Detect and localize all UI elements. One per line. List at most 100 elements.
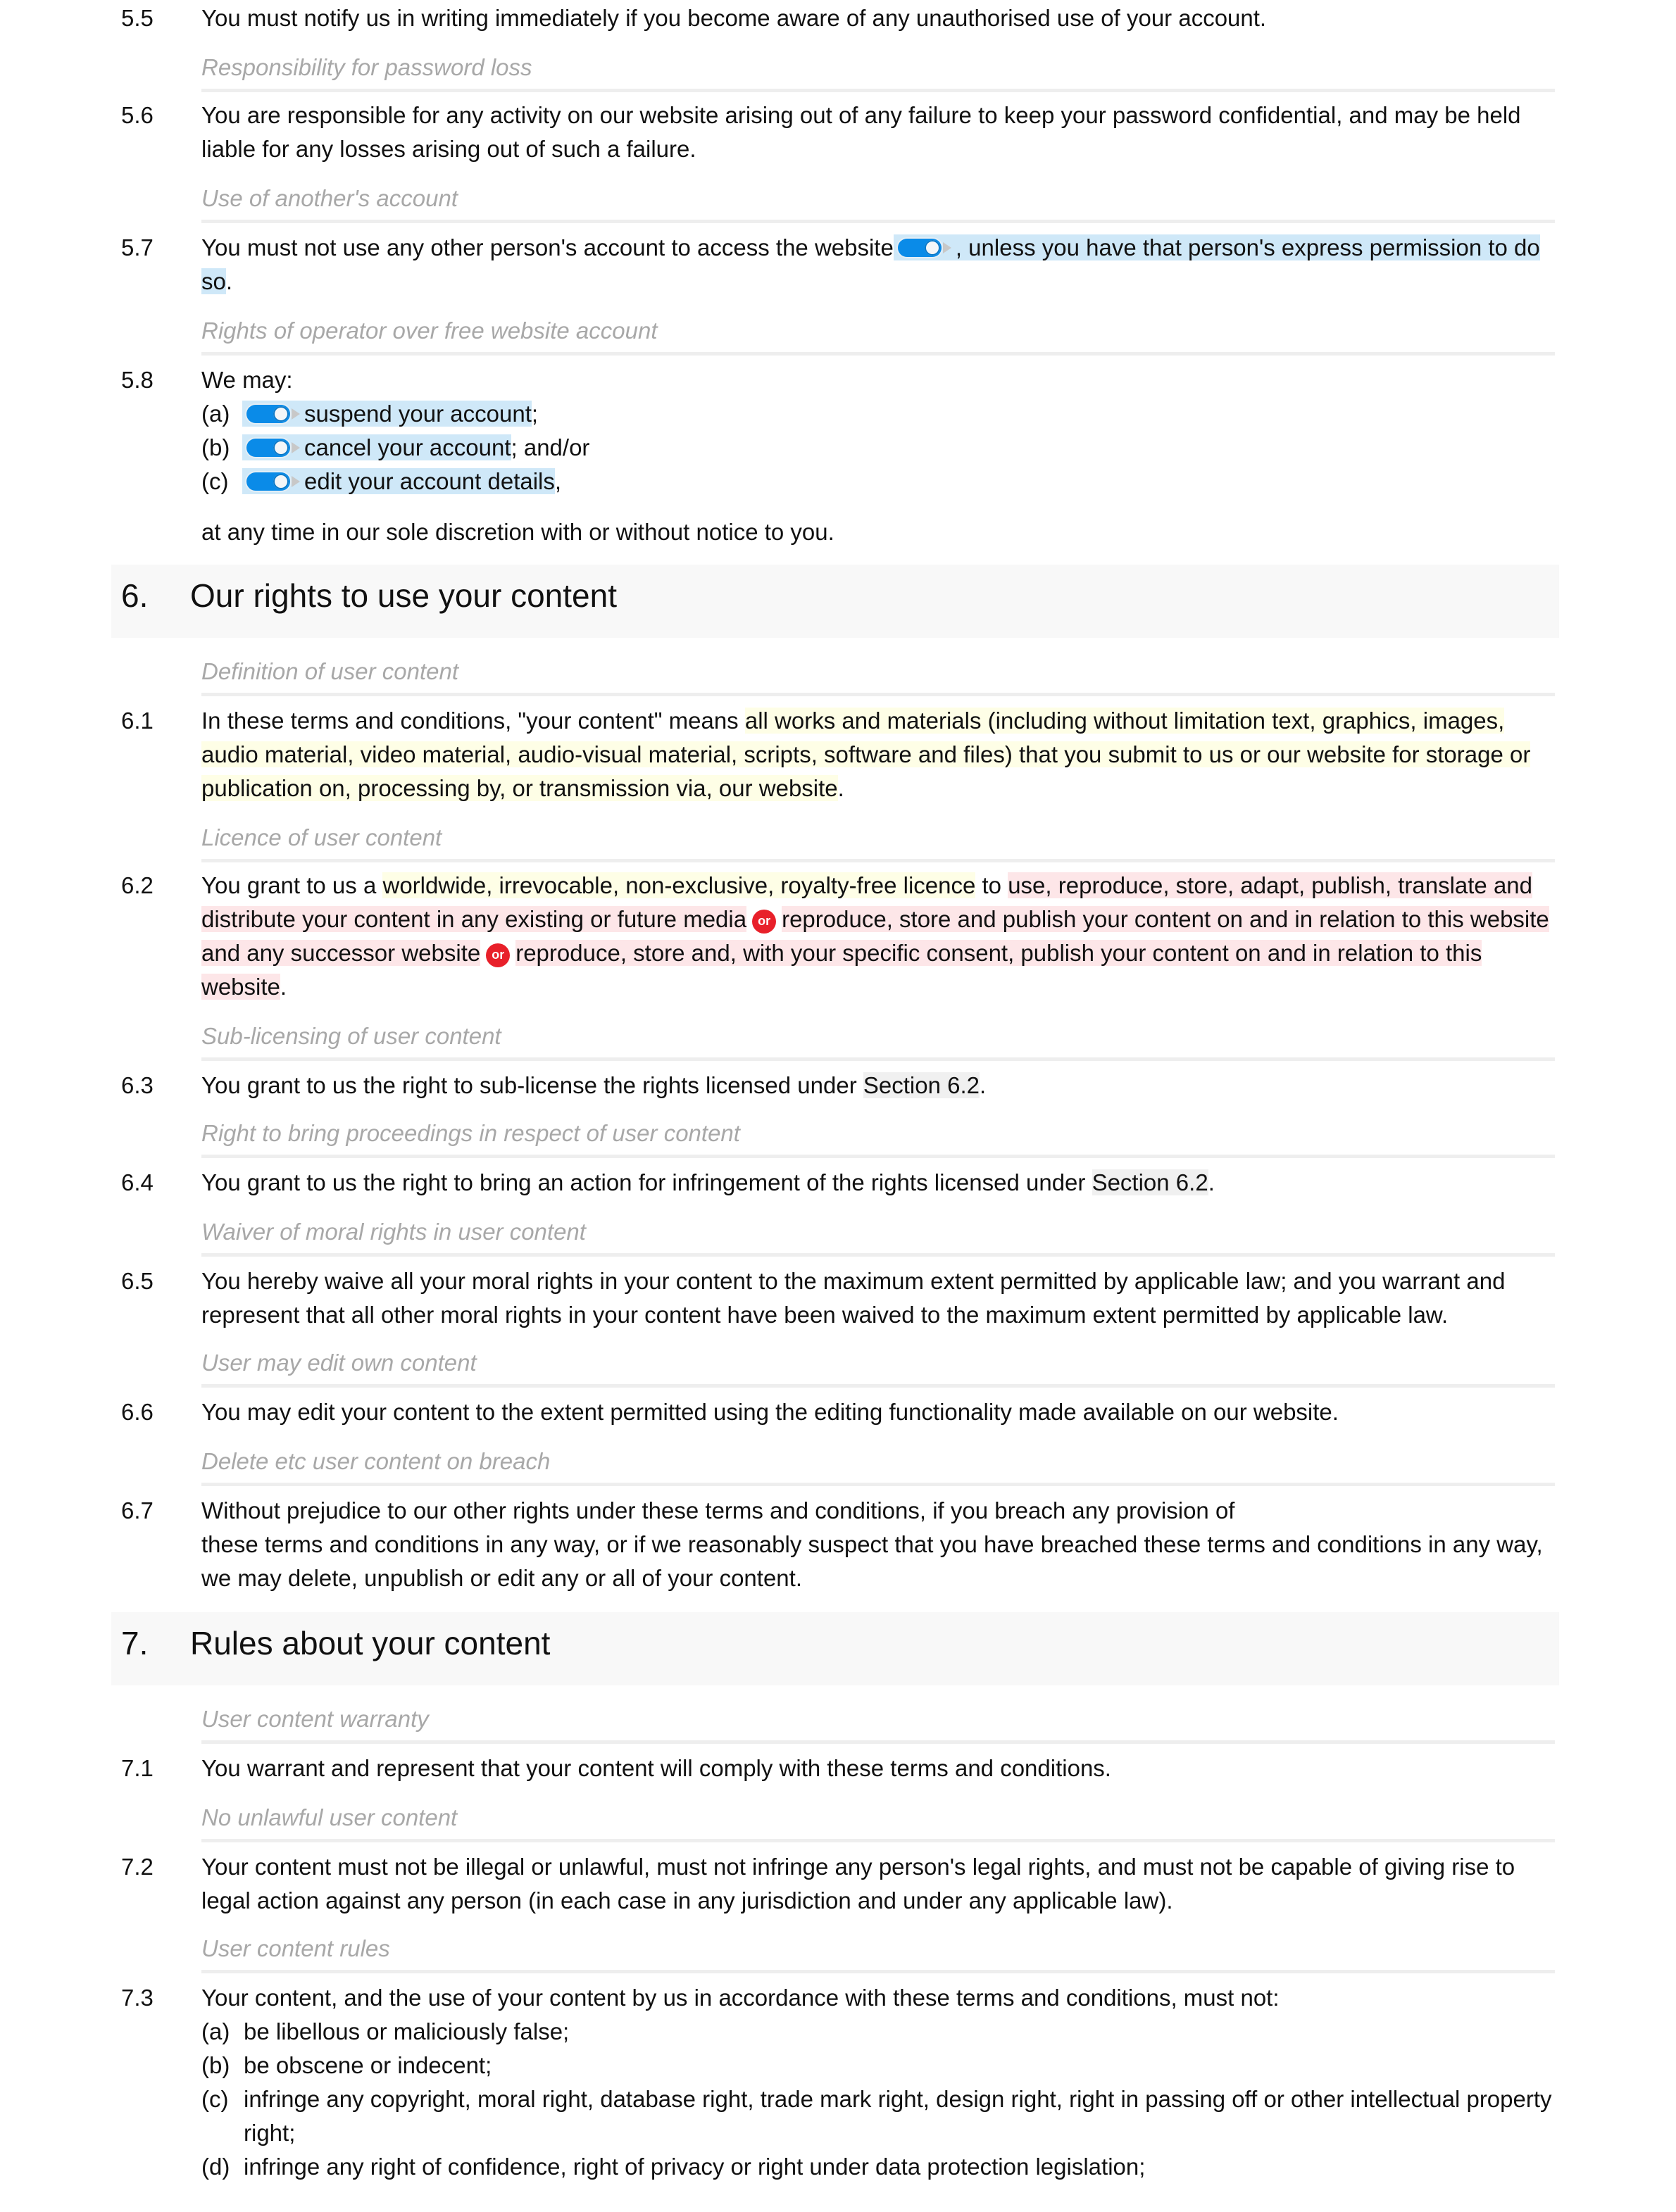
cross-reference-link[interactable]: Section 6.2	[863, 1072, 980, 1098]
toggle-knob	[924, 240, 940, 256]
clause-text: You may edit your content to the extent …	[201, 1399, 1339, 1425]
clause-number: 5.7	[121, 234, 154, 260]
list-suffix: ;	[531, 401, 539, 427]
list-item-text: be libellous or maliciously false;	[244, 2018, 570, 2044]
clause-text: You must not use any other person's acco…	[201, 231, 1556, 299]
clause-subheading: User may edit own content	[201, 1346, 1555, 1388]
list-label: (c)	[201, 2086, 229, 2112]
clause-text-line: these terms and conditions in any way, o…	[201, 1531, 1543, 1591]
clause-subheading: Waiver of moral rights in user content	[201, 1215, 1555, 1257]
optional-clause-toggle[interactable]	[895, 237, 953, 258]
optional-text: cancel your account	[242, 434, 511, 460]
list-item-text: infringe any right of confidence, right …	[244, 2154, 1146, 2180]
clause-text: Your content must not be illegal or unla…	[201, 1854, 1515, 1913]
list-item-text: infringe any copyright, moral right, dat…	[244, 2086, 1552, 2146]
clause-text-main: In these terms and conditions, "your con…	[201, 708, 745, 734]
toggle-arrow-icon	[942, 242, 951, 253]
clause-intro: Your content, and the use of your conten…	[201, 1985, 1280, 2011]
list-label: (c)	[201, 468, 229, 494]
or-badge-icon[interactable]: or	[486, 943, 511, 967]
optional-text-content: cancel your account	[304, 434, 511, 460]
clause-text-main: You must not use any other person's acco…	[201, 234, 894, 260]
clause-text: You are responsible for any activity on …	[201, 102, 1521, 162]
list-label: (b)	[201, 434, 230, 460]
clause-text-end: .	[837, 775, 844, 801]
clause-text: In these terms and conditions, "your con…	[201, 704, 1556, 805]
clause-text-main: to	[975, 872, 1008, 898]
clause-subheading: Definition of user content	[201, 655, 1555, 696]
optional-clause-toggle[interactable]	[244, 403, 301, 425]
clause-text-main: You grant to us the right to bring an ac…	[201, 1169, 1092, 1195]
clause-text: You grant to us the right to sub-license…	[201, 1069, 1556, 1102]
toggle-arrow-icon	[292, 476, 300, 487]
clause-outro: at any time in our sole discretion with …	[201, 519, 834, 545]
clause-number: 6.3	[121, 1072, 154, 1098]
list-item: (a) suspend your account;	[201, 397, 1556, 431]
list-suffix: ; and/or	[511, 434, 590, 460]
list-label: (b)	[201, 2052, 230, 2078]
clause-number: 6.2	[121, 872, 154, 898]
clause-number: 5.8	[121, 367, 154, 393]
clause-number: 6.6	[121, 1399, 154, 1425]
section-number: 6.	[121, 577, 149, 614]
list-label: (d)	[201, 2154, 230, 2180]
clause-text: You grant to us the right to bring an ac…	[201, 1166, 1556, 1200]
clause-text: You grant to us a worldwide, irrevocable…	[201, 869, 1556, 1004]
clause-number: 7.3	[121, 1985, 154, 2011]
clause-text-line: Without prejudice to our other rights un…	[201, 1497, 1235, 1523]
section-heading: 6. Our rights to use your content	[111, 565, 1559, 638]
clause-subheading: User content warranty	[201, 1702, 1555, 1744]
clause-text: Your content, and the use of your conten…	[201, 1981, 1556, 2184]
list-label: (a)	[201, 401, 230, 427]
list-item: (a) be libellous or maliciously false;	[201, 2015, 1556, 2049]
clause-text: You must notify us in writing immediatel…	[201, 5, 1267, 31]
list-label: (a)	[201, 2018, 230, 2044]
clause-subheading: Responsibility for password loss	[201, 51, 1555, 92]
clause-text: You hereby waive all your moral rights i…	[201, 1268, 1506, 1328]
clause-text-end: .	[979, 1072, 987, 1098]
optional-clause-toggle[interactable]	[244, 437, 301, 458]
clause-number: 5.6	[121, 102, 154, 128]
list-item-text: be obscene or indecent;	[244, 2052, 492, 2078]
clause-text-main: You grant to us the right to sub-license…	[201, 1072, 863, 1098]
clause-number: 7.2	[121, 1854, 154, 1880]
clause-text-end: .	[225, 268, 233, 294]
clause-text-end: .	[1208, 1169, 1215, 1195]
list-item: (b) cancel your account; and/or	[201, 431, 1556, 465]
clause-number: 7.1	[121, 1755, 154, 1781]
clause-text-end: .	[280, 974, 287, 1000]
clause-subheading: User content rules	[201, 1932, 1555, 1973]
section-title: Our rights to use your content	[190, 577, 617, 614]
clause-number: 6.5	[121, 1268, 154, 1294]
toggle-knob	[273, 406, 289, 422]
toggle-knob	[273, 474, 289, 489]
clause-subheading: Delete etc user content on breach	[201, 1445, 1555, 1486]
list-item: (c) infringe any copyright, moral right, …	[201, 2082, 1556, 2150]
toggle-arrow-icon	[292, 442, 300, 453]
clause-number: 5.5	[121, 5, 154, 31]
list-item: (c) edit your account details,	[201, 465, 1556, 498]
optional-text-content: edit your account details	[304, 468, 555, 494]
clause-subheading: Sub-licensing of user content	[201, 1019, 1555, 1061]
or-badge-icon[interactable]: or	[752, 910, 777, 934]
clause-text: You warrant and represent that your cont…	[201, 1755, 1111, 1781]
clause-subheading: Licence of user content	[201, 821, 1555, 862]
section-number: 7.	[121, 1625, 149, 1661]
toggle-arrow-icon	[292, 408, 300, 420]
optional-text: edit your account details	[242, 468, 555, 494]
toggle-knob	[273, 440, 289, 455]
clause-text: Without prejudice to our other rights un…	[201, 1494, 1556, 1595]
definition-text: worldwide, irrevocable, non-exclusive, r…	[382, 872, 976, 898]
list-item: (b) be obscene or indecent;	[201, 2049, 1556, 2082]
clause-subheading: Right to bring proceedings in respect of…	[201, 1117, 1555, 1158]
clause-intro: We may:	[201, 367, 293, 393]
list-suffix: ,	[554, 468, 562, 494]
clause-subheading: Rights of operator over free website acc…	[201, 314, 1555, 356]
clause-number: 6.1	[121, 708, 154, 734]
clause-subheading: Use of another's account	[201, 182, 1555, 223]
clause-subheading: No unlawful user content	[201, 1801, 1555, 1842]
clause-text-main: You grant to us a	[201, 872, 383, 898]
section-title: Rules about your content	[190, 1625, 551, 1661]
optional-clause-toggle[interactable]	[244, 471, 301, 492]
cross-reference-link[interactable]: Section 6.2	[1092, 1169, 1208, 1195]
